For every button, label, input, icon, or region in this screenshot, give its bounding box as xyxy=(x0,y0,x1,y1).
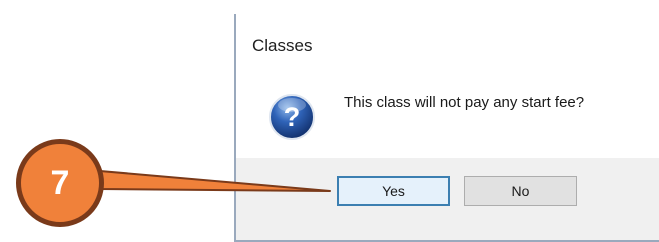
svg-text:?: ? xyxy=(284,102,301,132)
dialog-title: Classes xyxy=(252,36,313,55)
dialog-message: This class will not pay any start fee? xyxy=(344,94,585,111)
no-button[interactable]: No xyxy=(464,176,577,206)
dialog-button-bar: Yes No xyxy=(236,158,659,240)
yes-button[interactable]: Yes xyxy=(337,176,450,206)
question-icon: ? xyxy=(267,92,317,142)
callout-badge: 7 xyxy=(16,139,104,227)
confirm-dialog: Classes ? This class will not pay any st… xyxy=(234,14,659,242)
page: Classes ? This class will not pay any st… xyxy=(0,0,659,242)
